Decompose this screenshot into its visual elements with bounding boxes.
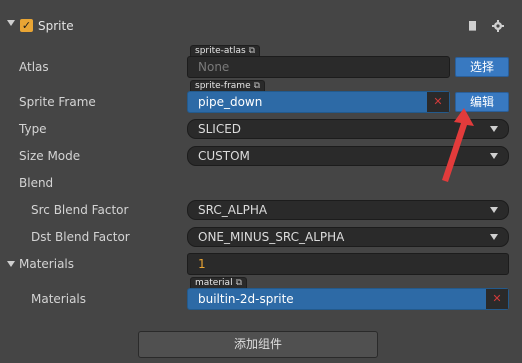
sprite-frame-field[interactable]: pipe_down ✕ — [187, 91, 450, 113]
blend-label: Blend — [19, 176, 54, 190]
sprite-frame-label: Sprite Frame — [19, 95, 96, 109]
enabled-checkbox[interactable]: ✓ — [20, 19, 33, 32]
book-icon[interactable] — [467, 20, 478, 32]
size-mode-label: Size Mode — [19, 149, 81, 163]
size-mode-value: CUSTOM — [198, 149, 250, 163]
materials-count-field[interactable]: 1 — [187, 253, 509, 275]
chevron-down-icon — [490, 234, 498, 240]
component-title: Sprite — [38, 19, 74, 33]
dst-blend-select[interactable]: ONE_MINUS_SRC_ALPHA — [187, 227, 509, 247]
dst-blend-value: ONE_MINUS_SRC_ALPHA — [198, 230, 345, 244]
src-blend-label: Src Blend Factor — [31, 203, 129, 217]
annotation-arrow-icon — [442, 108, 474, 182]
material-field[interactable]: builtin-2d-sprite ✕ — [187, 288, 509, 310]
type-label: Type — [19, 122, 47, 136]
dst-blend-label: Dst Blend Factor — [31, 230, 130, 244]
src-blend-select[interactable]: SRC_ALPHA — [187, 200, 509, 220]
triangle-down-icon[interactable] — [7, 20, 15, 26]
atlas-field[interactable]: None — [187, 56, 450, 78]
type-value: SLICED — [198, 122, 242, 136]
chevron-down-icon — [490, 207, 498, 213]
src-blend-value: SRC_ALPHA — [198, 203, 268, 217]
sprite-component-header[interactable]: ✓ Sprite — [0, 14, 522, 40]
select-atlas-button[interactable]: 选择 — [455, 57, 509, 77]
chevron-down-icon — [490, 126, 498, 132]
atlas-label: Atlas — [19, 60, 49, 74]
add-component-button[interactable]: 添加组件 — [138, 331, 378, 358]
sprite-atlas-tag-text: sprite-atlas — [195, 46, 246, 56]
gear-icon[interactable] — [492, 20, 504, 32]
chevron-down-icon — [490, 153, 498, 159]
sprite-frame-value: pipe_down — [198, 95, 263, 109]
clear-material-icon[interactable]: ✕ — [486, 289, 508, 309]
material-value: builtin-2d-sprite — [198, 292, 294, 306]
material-tag-text: material — [195, 278, 233, 288]
triangle-down-icon[interactable] — [7, 261, 15, 267]
sprite-frame-tag-text: sprite-frame — [195, 81, 251, 91]
materials-group-label: Materials — [19, 257, 75, 271]
material-label: Materials — [31, 292, 87, 306]
